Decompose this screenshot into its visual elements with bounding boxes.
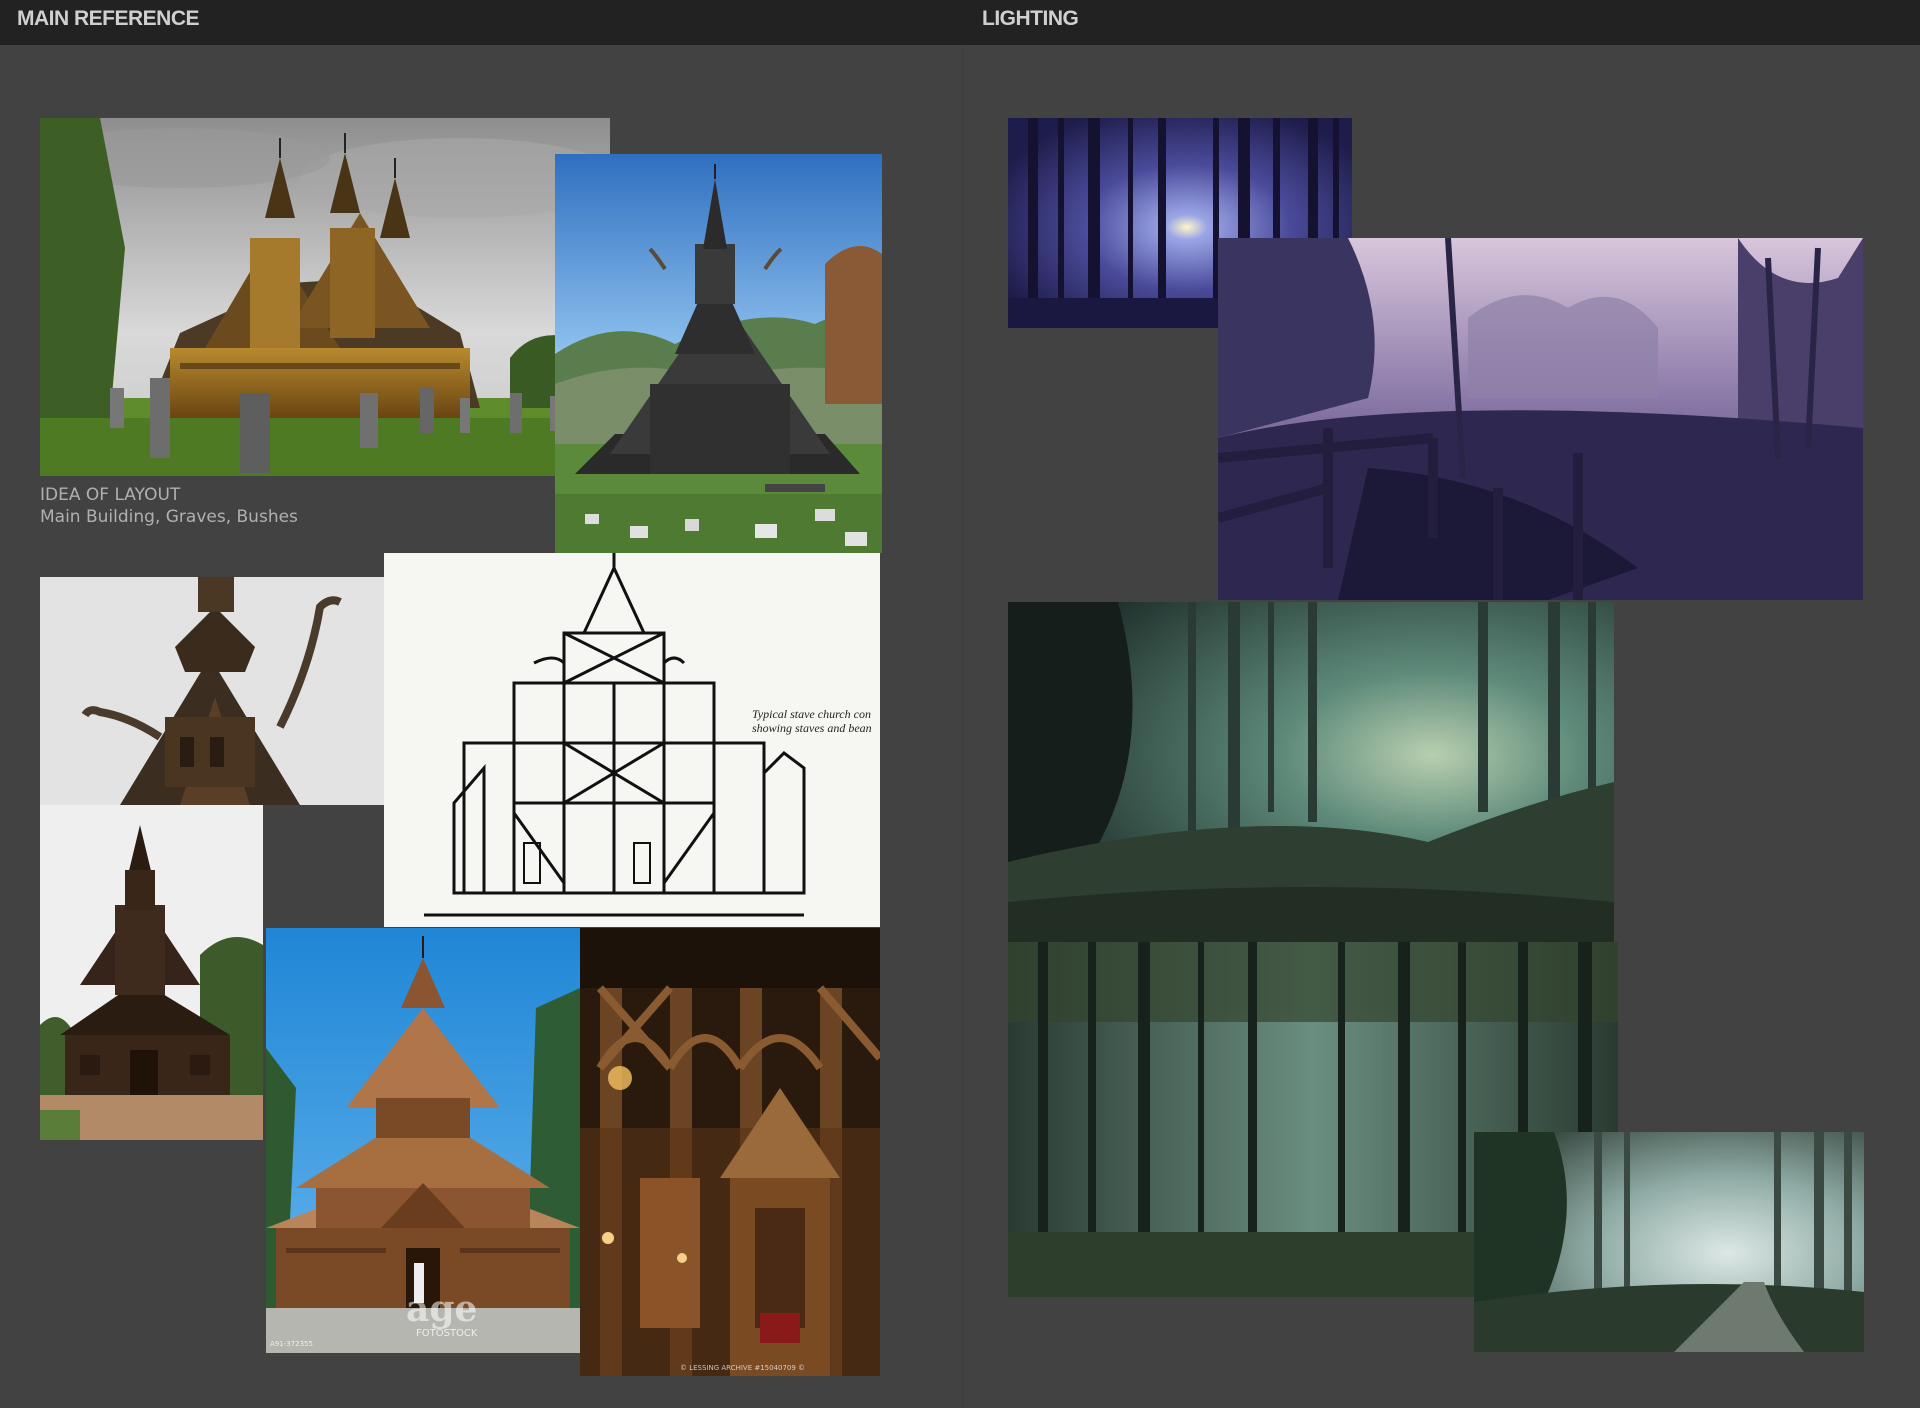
diagram-annotation-line1: Typical stave church con xyxy=(752,707,871,721)
green-foggy-forest-clearing-photo[interactable] xyxy=(1008,602,1614,942)
section-divider xyxy=(962,45,963,1408)
caption-line2: Main Building, Graves, Bushes xyxy=(40,507,298,527)
watermark-code: A91-372355 xyxy=(270,1340,313,1348)
stave-church-cross-section-drawing[interactable] xyxy=(384,553,880,927)
watermark-fotostock: FOTOSTOCK xyxy=(416,1328,478,1339)
top-bar xyxy=(0,0,1920,45)
layout-caption: IDEA OF LAYOUT Main Building, Graves, Bu… xyxy=(40,484,298,528)
diagram-annotation: Typical stave church con showing staves … xyxy=(752,707,880,735)
dragon-roof-detail-photo[interactable] xyxy=(40,577,384,805)
stave-church-blue-sky-photo[interactable]: age FOTOSTOCK A91-372355 xyxy=(266,928,580,1353)
heddal-stave-church-photo[interactable] xyxy=(40,118,610,476)
diagram-annotation-line2: showing staves and bean xyxy=(752,721,872,735)
caption-line1: IDEA OF LAYOUT xyxy=(40,485,181,505)
watermark-age: age xyxy=(406,1288,478,1330)
purple-misty-bridge-photo[interactable] xyxy=(1218,238,1863,600)
watermark-lessing: © LESSING ARCHIVE #15040709 © xyxy=(680,1364,806,1372)
lighting-title: LIGHTING xyxy=(982,7,1079,30)
main-reference-title: MAIN REFERENCE xyxy=(17,7,200,30)
hopperstad-stave-church-photo[interactable] xyxy=(555,154,882,553)
foggy-forest-path-photo[interactable] xyxy=(1474,1132,1864,1352)
gol-stave-church-photo[interactable] xyxy=(40,805,263,1140)
stave-church-interior-photo[interactable]: © LESSING ARCHIVE #15040709 © xyxy=(580,928,880,1376)
